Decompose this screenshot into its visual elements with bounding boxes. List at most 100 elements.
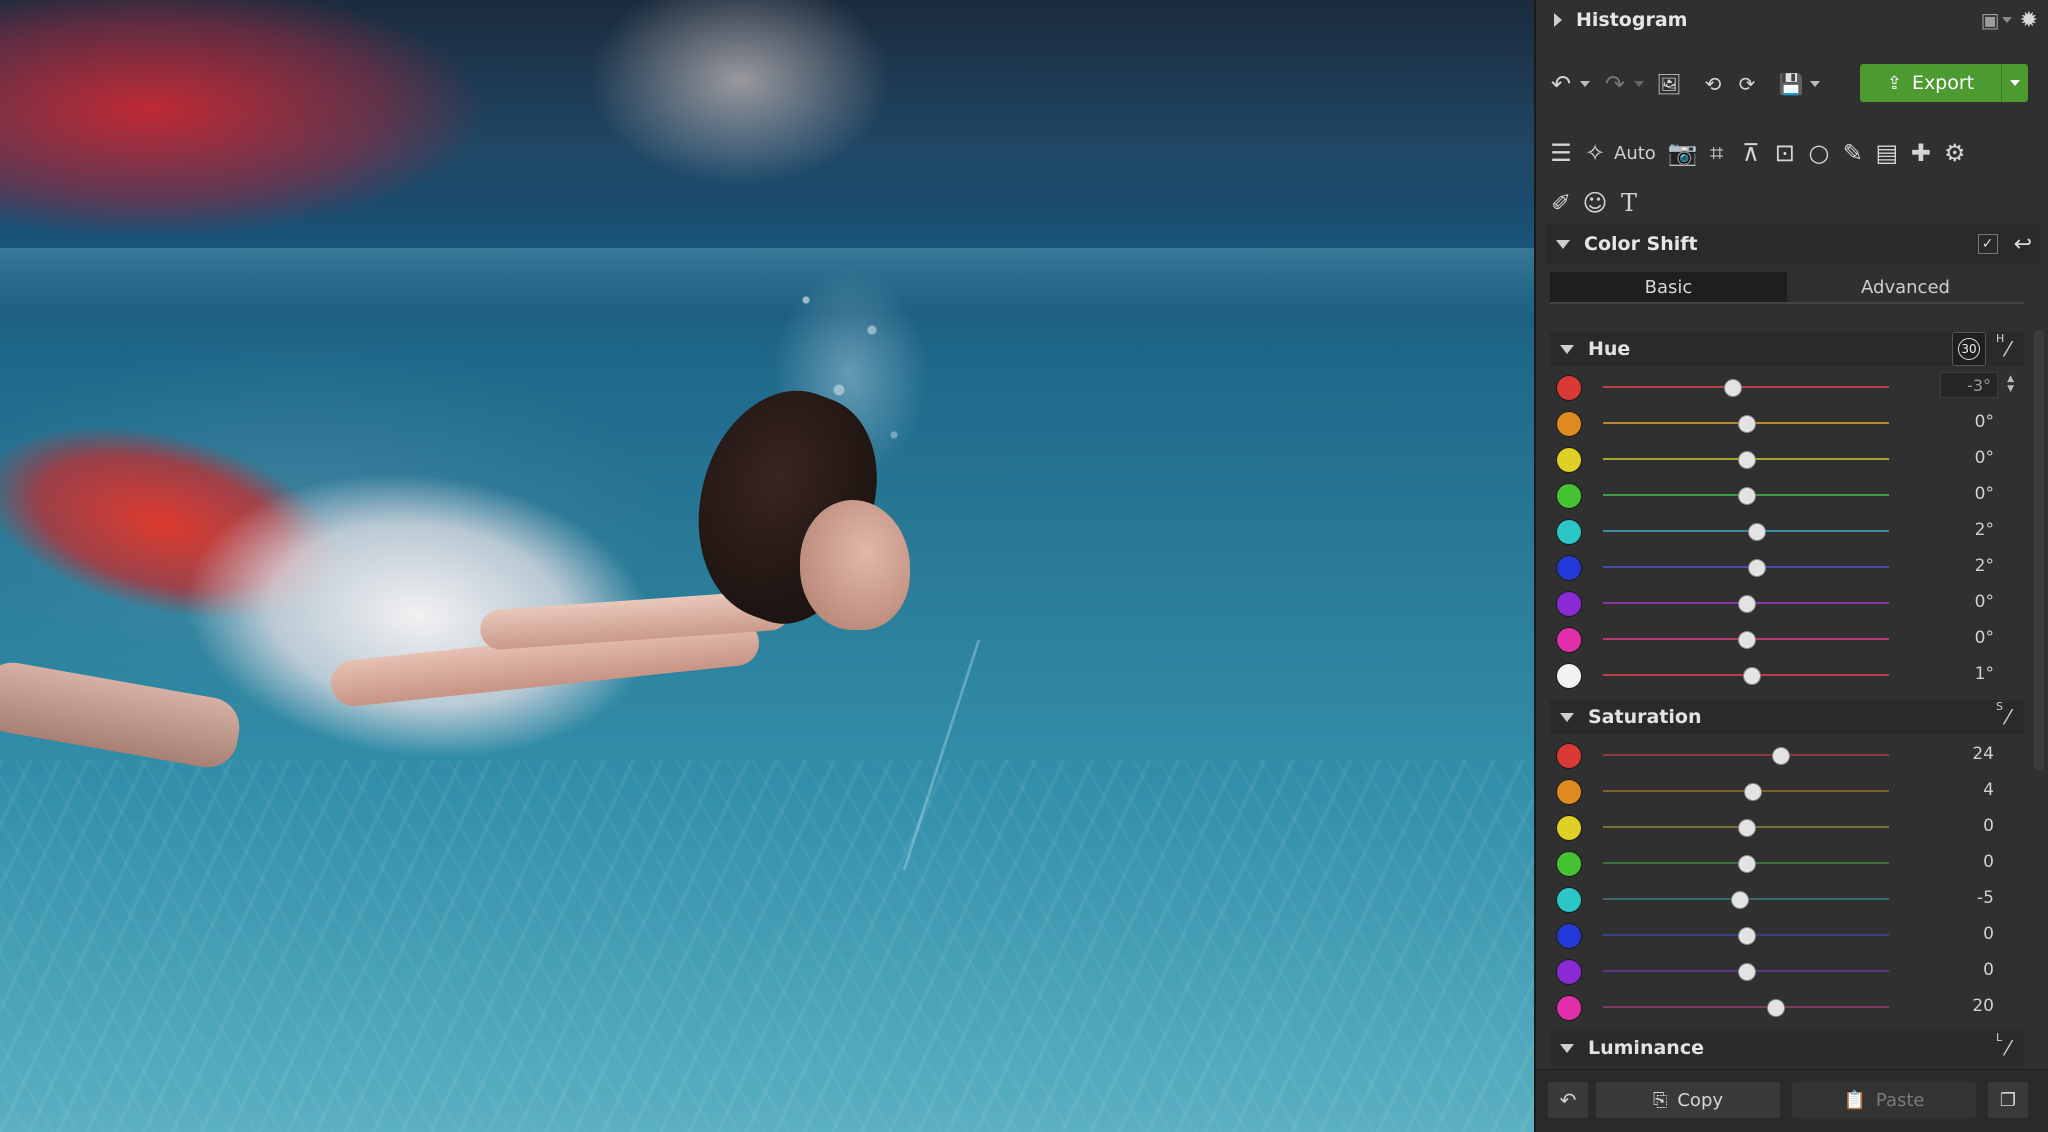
brush-icon[interactable]: ✎ [1836, 136, 1870, 170]
slider-value: 0° [1974, 592, 1994, 612]
hue-slider-row: 0° [1556, 584, 2026, 620]
chevron-down-icon[interactable] [1560, 712, 1574, 722]
luminance-picker-icon[interactable]: L ⁄ [1992, 1031, 2024, 1064]
adjustments-icon[interactable]: ☰ [1544, 136, 1578, 170]
luminance-picker-letter: L [1996, 1031, 2003, 1044]
slider-value: 2° [1974, 556, 1994, 576]
text-tool-icon[interactable]: T [1612, 186, 1646, 220]
slider-track[interactable] [1603, 530, 1889, 532]
tool-row-2: ✐ ☺ T [1544, 183, 2042, 223]
undo-icon[interactable]: ↶ [1544, 67, 1578, 101]
value-stepper[interactable]: ▲ ▼ [2007, 374, 2014, 394]
color-swatch [1556, 375, 1582, 401]
saturation-group-header[interactable]: Saturation S ⁄ [1550, 700, 2024, 734]
chevron-down-icon[interactable] [1560, 344, 1574, 354]
slider-knob[interactable] [1743, 783, 1762, 801]
export-dropdown[interactable] [2001, 64, 2028, 102]
slider-value: 2° [1974, 520, 1994, 540]
saturation-picker-letter: S [1996, 700, 2003, 713]
slider-knob[interactable] [1738, 595, 1756, 613]
magic-wand-icon[interactable]: ✧ [1578, 136, 1612, 170]
hue-slider-row: 0° [1556, 440, 2026, 476]
auto-button[interactable]: Auto [1614, 143, 1656, 164]
slider-knob[interactable] [1738, 927, 1756, 945]
slider-track[interactable] [1603, 566, 1889, 568]
save-options-dropdown[interactable] [1810, 81, 1820, 87]
saturation-slider-row: 0 [1556, 844, 2026, 880]
saturation-title: Saturation [1588, 706, 1702, 728]
export-button[interactable]: ⇪ Export [1860, 64, 2028, 102]
slider-knob[interactable] [1747, 523, 1766, 541]
slider-knob[interactable] [1738, 631, 1756, 649]
chevron-down-icon[interactable] [2001, 17, 2012, 23]
histogram-mode-icon[interactable]: ▣ [1981, 8, 2000, 32]
enable-checkbox[interactable]: ✓ [1977, 234, 1998, 254]
luminance-group-header[interactable]: Luminance L ⁄ [1550, 1031, 2024, 1065]
saturation-slider-row: 0 [1556, 952, 2026, 988]
slider-knob[interactable] [1738, 855, 1756, 873]
copy-label: Copy [1677, 1089, 1724, 1111]
slider-knob[interactable] [1738, 451, 1756, 469]
radial-filter-icon[interactable]: ○ [1802, 136, 1836, 170]
slider-knob[interactable] [1738, 963, 1756, 981]
slider-knob[interactable] [1730, 891, 1749, 909]
color-swatch [1556, 663, 1582, 689]
paste-button[interactable]: 📋 Paste [1792, 1082, 1976, 1118]
tab-basic[interactable]: Basic [1550, 272, 1787, 302]
slider-value[interactable]: -3° [1940, 372, 1998, 398]
hue-picker-letter: H [1996, 332, 2005, 345]
range-badge[interactable]: 30 [1952, 332, 1986, 366]
photo-canvas[interactable] [0, 0, 1534, 1132]
reset-all-button[interactable]: ↶ [1548, 1082, 1588, 1118]
saturation-picker-icon[interactable]: S ⁄ [1992, 700, 2024, 733]
reset-icon[interactable]: ↩ [2014, 232, 2032, 257]
slider-track[interactable] [1603, 386, 1889, 388]
hue-picker-icon[interactable]: H ⁄ [1992, 332, 2024, 365]
color-swatch [1556, 447, 1582, 473]
slider-knob[interactable] [1723, 379, 1742, 397]
image-icon[interactable]: 🖼 [1652, 67, 1686, 101]
hue-group-header[interactable]: Hue 30 H ⁄ [1550, 332, 2024, 366]
slider-knob[interactable] [1772, 747, 1791, 765]
slider-value: 0 [1983, 816, 1994, 836]
eraser-icon[interactable]: ✐ [1544, 186, 1578, 220]
gear-icon[interactable]: ✹ [2020, 8, 2038, 33]
camera-icon[interactable]: 📷 [1666, 136, 1700, 170]
slider-value: 4 [1983, 780, 1994, 800]
copy-icon: ⎘ [1652, 1089, 1668, 1111]
slider-knob[interactable] [1742, 667, 1761, 685]
slider-track[interactable] [1603, 1006, 1889, 1008]
slider-knob[interactable] [1747, 559, 1766, 577]
healing-icon[interactable]: ✚ [1904, 136, 1938, 170]
save-icon[interactable]: 💾 [1774, 67, 1808, 101]
rotate-right-icon[interactable]: ⟳ [1730, 67, 1764, 101]
panel-scrollbar[interactable] [2034, 330, 2044, 770]
copy-button[interactable]: ⎘ Copy [1596, 1082, 1780, 1118]
copy-settings-button[interactable]: ❐ [1988, 1082, 2028, 1118]
slider-track[interactable] [1603, 754, 1889, 756]
chevron-right-icon[interactable] [1554, 13, 1562, 27]
chevron-down-icon[interactable] [1560, 1043, 1574, 1053]
saturation-slider-row: 24 [1556, 736, 2026, 772]
color-shift-header[interactable]: Color Shift ✓ ↩ [1546, 224, 2040, 264]
rotate-left-icon[interactable]: ⟲ [1696, 67, 1730, 101]
redo-history-dropdown[interactable] [1634, 81, 1644, 87]
slider-knob[interactable] [1766, 999, 1785, 1017]
export-icon: ⇪ [1886, 72, 1902, 94]
face-retouch-icon[interactable]: ☺ [1578, 186, 1612, 220]
redo-icon[interactable]: ↷ [1598, 67, 1632, 101]
tab-advanced[interactable]: Advanced [1787, 272, 2024, 302]
settings-icon[interactable]: ⚙ [1938, 136, 1972, 170]
slider-knob[interactable] [1738, 487, 1756, 505]
undo-history-dropdown[interactable] [1580, 81, 1590, 87]
slider-knob[interactable] [1738, 415, 1756, 433]
perspective-icon[interactable]: ⊼ [1734, 136, 1768, 170]
slider-value: 20 [1972, 996, 1994, 1016]
chevron-down-icon[interactable] [1556, 239, 1570, 249]
histogram-header[interactable]: Histogram ▣ ✹ [1544, 0, 2042, 40]
saturation-slider-row: 0 [1556, 916, 2026, 952]
slider-knob[interactable] [1738, 819, 1756, 837]
crop-icon[interactable]: ⌗ [1700, 136, 1734, 170]
exposure-box-icon[interactable]: ⊡ [1768, 136, 1802, 170]
gradient-icon[interactable]: ▤ [1870, 136, 1904, 170]
